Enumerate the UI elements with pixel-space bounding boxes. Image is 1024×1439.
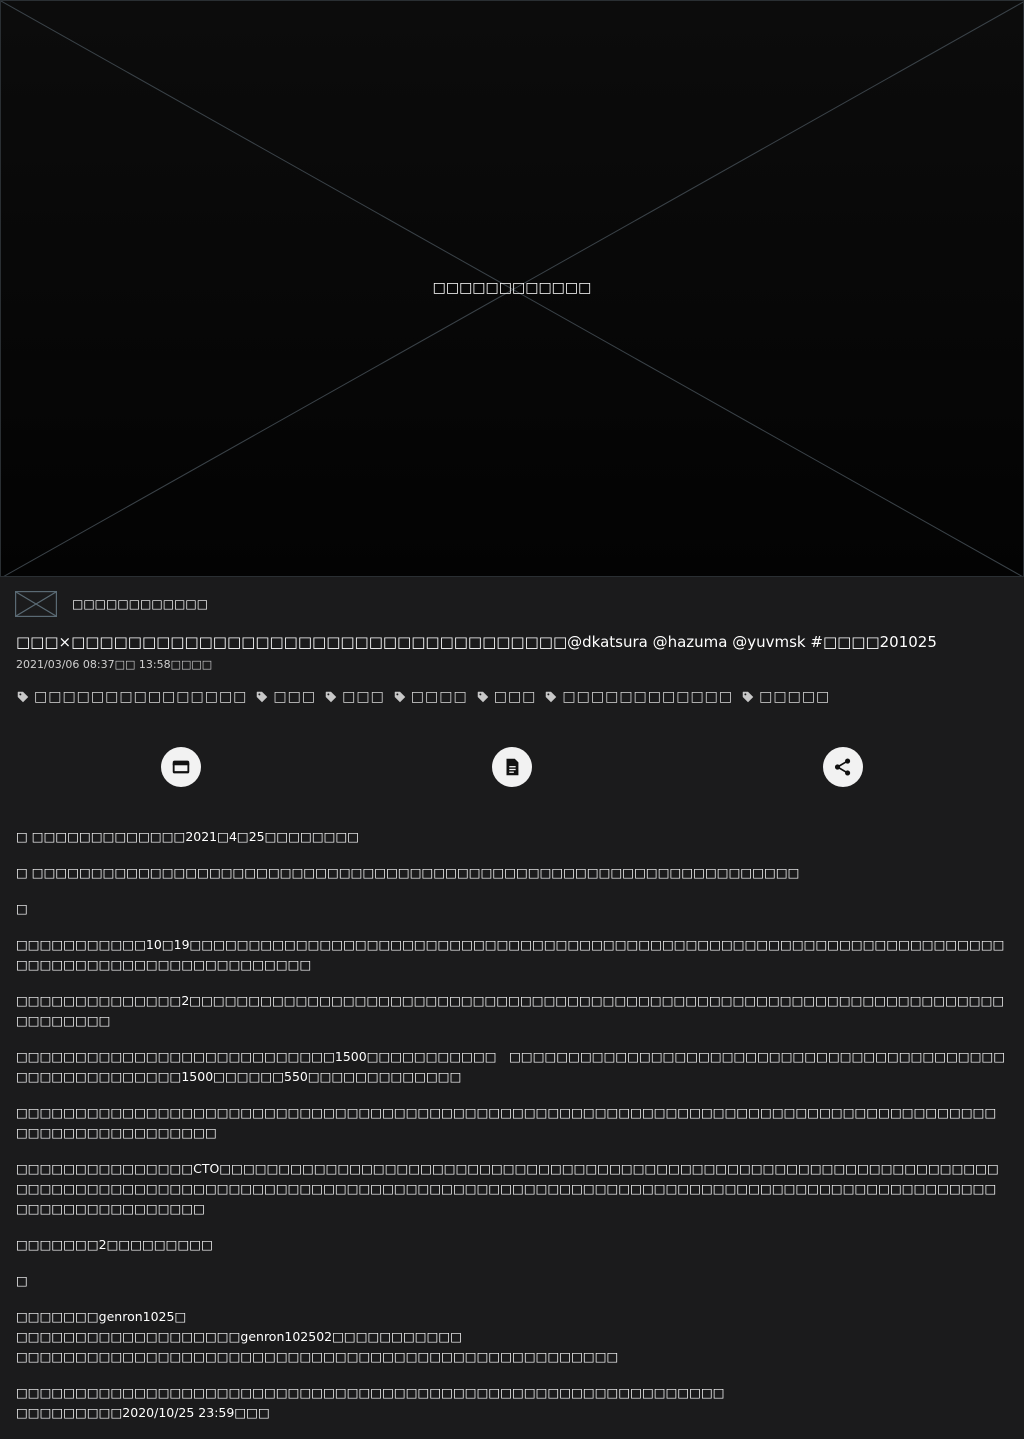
description-paragraph: □ [16,901,28,916]
description-paragraph: □□□□□□□□□□□□□□□□□□□□□□□□□□□1500□□□□□□□□□… [16,1049,1006,1084]
tag-label: □□□□□ [759,689,831,705]
tag-chip[interactable]: □□□ [255,689,316,705]
description-paragraph: □□□□□□□genron1025□ □□□□□□□□□□□□□□□□□□□ge… [16,1309,619,1364]
tag-icon [742,691,754,703]
credit-card-icon [172,760,190,774]
tag-icon [477,691,488,703]
channel-info[interactable]: □□□□□□□□□□□□ [15,591,208,617]
tag-icon [394,691,406,703]
tag-list: □□□□□□□□□□□□□□□ □□□ □□□ □□□□ □□□ □□□□□□□□□□□□… [16,689,838,705]
share-button[interactable] [823,747,863,787]
description-paragraph: □□□□□□□□□□□□□□□□□□□□□□□□□□□□□□□□□□□□□□□□… [16,1385,725,1420]
video-player[interactable]: □□□□□□□□□□□□ [0,0,1024,577]
tag-chip[interactable]: □□□ [324,689,385,705]
player-placeholder-text: □□□□□□□□□□□□ [432,280,592,296]
tag-chip[interactable]: □□□□ [393,689,468,705]
tag-label: □□□ [493,689,537,705]
document-button[interactable] [492,747,532,787]
tag-label: □□□□□□□□□□□□□□□ [34,689,248,705]
video-date: 2021/03/06 08:37□□ 13:58□□□□ [16,658,213,671]
tag-icon [17,691,29,703]
video-description: □ □□□□□□□□□□□□□2021□4□25□□□□□□□□ □ □□□□□□… [16,827,1008,1439]
tag-label: □□□□ [410,689,468,705]
share-icon [834,758,851,776]
description-paragraph: □□□□□□□□□□□10□19□□□□□□□□□□□□□□□□□□□□□□□□… [16,937,1005,972]
channel-name[interactable]: □□□□□□□□□□□□ [72,597,208,611]
tag-chip[interactable]: □□□□□ [741,689,830,705]
video-title: □□□×□□□□□□□□□□□□□□□□□□□□□□□□□□□□□□□□□□□@… [16,633,937,651]
tag-icon [257,691,268,703]
description-paragraph: □□□□□□□□□□□□□□□□□□□□□□□□□□□□□□□□□□□□□□□□… [16,1105,997,1140]
description-paragraph: □□□□□□□□□□□□□□2□□□□□□□□□□□□□□□□□□□□□□□□□… [16,993,1005,1028]
tag-chip[interactable]: □□□ [476,689,537,705]
tag-icon [546,691,557,703]
document-icon [506,758,519,776]
tag-label: □□□ [342,689,385,705]
action-bar [0,747,1024,787]
tag-chip[interactable]: □□□□□□□□□□□□ [544,689,733,705]
description-paragraph: □□□□□□□□□□□□□□□CTO□□□□□□□□□□□□□□□□□□□□□□… [16,1161,999,1216]
description-paragraph: □□□□□□□2□□□□□□□□□ [16,1237,213,1252]
tag-label: □□□ [273,689,317,705]
tag-icon [325,691,337,703]
description-paragraph: □ □□□□□□□□□□□□□□□□□□□□□□□□□□□□□□□□□□□□□□… [16,865,800,880]
channel-thumbnail-icon [15,591,57,617]
description-paragraph: □ □□□□□□□□□□□□□2021□4□25□□□□□□□□ [16,829,360,844]
description-paragraph: □ [16,1273,28,1288]
tag-label: □□□□□□□□□□□□ [562,689,734,705]
tag-chip[interactable]: □□□□□□□□□□□□□□□ [16,689,247,705]
payment-button[interactable] [161,747,201,787]
